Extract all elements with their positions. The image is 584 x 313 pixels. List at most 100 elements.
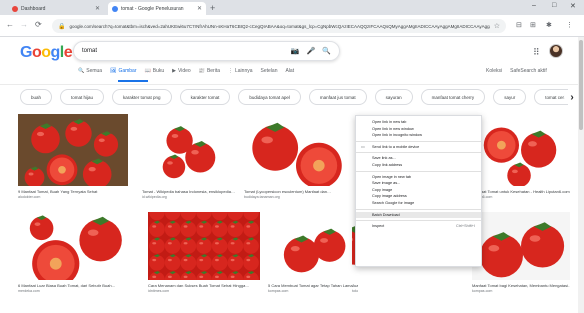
- menu-item-label: Open link in new window: [372, 126, 414, 131]
- related-search-chip[interactable]: sayur: [493, 89, 527, 105]
- tomato-thumbnail[interactable]: [18, 114, 128, 186]
- context-menu: Open link in new tab Open link in new win…: [355, 115, 482, 267]
- google-logo[interactable]: Google: [20, 44, 73, 62]
- context-menu-item[interactable]: Open link in incognito window: [356, 132, 481, 139]
- maximize-button[interactable]: □: [552, 2, 556, 9]
- context-menu-item[interactable]: Inspect Ctrl+Shift+I: [356, 223, 481, 230]
- tab-video[interactable]: ▶ Video: [172, 68, 191, 74]
- image-caption[interactable]: 5 Cara Membuat Tomat agar Tetap Tahan La…: [268, 283, 356, 288]
- close-tab-icon[interactable]: ✕: [197, 5, 202, 12]
- header-right-links: Koleksi SafeSearch aktif: [486, 68, 547, 74]
- menu-item-label: Open link in new tab: [372, 120, 407, 124]
- tomato-thumbnail[interactable]: [18, 212, 136, 280]
- search-icon[interactable]: 🔍: [322, 47, 331, 55]
- menu-item-label: Open image in new tab: [372, 174, 412, 179]
- context-menu-item[interactable]: Open link in new window: [356, 126, 481, 133]
- mic-icon[interactable]: 🎤: [307, 47, 316, 55]
- image-source: kompas.com: [268, 289, 289, 293]
- related-search-chip[interactable]: manfaat jus tomat: [308, 89, 367, 105]
- tab-lainnya[interactable]: ⋮ Lainnya: [228, 68, 253, 74]
- tomato-thumbnail[interactable]: [268, 212, 356, 280]
- logo-letter: o: [41, 44, 51, 61]
- tab-label: Semua: [86, 68, 103, 74]
- image-caption[interactable]: Jual TOMAT MERAH (Pesan Sekarang, Kirim…: [352, 283, 358, 288]
- context-menu-item[interactable]: Open link in new tab: [356, 119, 481, 126]
- camera-icon[interactable]: 📷: [291, 47, 300, 55]
- tab-label: Setelan: [260, 68, 278, 74]
- browser-tab-google-search[interactable]: tomat - Google Penelusuran ✕: [108, 2, 206, 15]
- related-search-chip[interactable]: tomat ceri: [534, 89, 568, 105]
- context-menu-item[interactable]: Copy link address: [356, 162, 481, 169]
- tomato-thumbnail[interactable]: [472, 114, 570, 186]
- divider: [0, 84, 584, 85]
- image-source: kompas.com: [472, 289, 493, 293]
- tomato-thumbnail[interactable]: [472, 212, 570, 280]
- forward-button[interactable]: →: [20, 20, 28, 29]
- logo-letter: G: [20, 44, 32, 61]
- context-menu-item[interactable]: Search Google for image: [356, 200, 481, 207]
- related-search-chip[interactable]: sayuran: [374, 89, 413, 105]
- reload-button[interactable]: ⟳: [35, 20, 42, 29]
- related-search-chip[interactable]: manfaat tomat cherry: [420, 89, 486, 105]
- new-tab-button[interactable]: +: [210, 2, 215, 14]
- minimize-button[interactable]: –: [532, 2, 536, 9]
- tab-setelan[interactable]: Setelan: [261, 68, 278, 74]
- bookmark-star-icon[interactable]: ☆: [494, 22, 500, 30]
- url-text[interactable]: google.com/search?q=tomat&tbm=isch&ved=2…: [69, 24, 489, 29]
- menu-separator: [356, 170, 481, 172]
- image-caption[interactable]: Tomat - Wikipedia bahasa Indonesia, ensi…: [142, 189, 236, 194]
- menu-item-label: Search Google for image: [372, 200, 415, 205]
- tab-alat[interactable]: Alat: [285, 68, 294, 74]
- avatar[interactable]: [549, 44, 563, 58]
- tomato-thumbnail[interactable]: [148, 212, 260, 280]
- image-caption[interactable]: 6 Manfaat Luar Biasa Buah Tomat, dari Se…: [18, 283, 136, 288]
- context-menu-item[interactable]: ▭ Send link to a mobile device: [356, 144, 481, 151]
- tab-buku[interactable]: 📖 Buku: [145, 68, 165, 74]
- related-search-chip[interactable]: karakter tomat: [179, 89, 231, 105]
- context-menu-item[interactable]: Copy image: [356, 187, 481, 194]
- image-caption[interactable]: Tomat (Lycopersicon esculentum) Manfaat …: [244, 189, 348, 194]
- context-menu-item[interactable]: Copy image address: [356, 193, 481, 200]
- google-apps-icon[interactable]: ⠿: [533, 47, 540, 58]
- context-menu-item[interactable]: Open image in new tab: [356, 174, 481, 181]
- tab-video-icon: ▶: [172, 68, 176, 74]
- extension-icon[interactable]: ⊞: [530, 21, 536, 29]
- tab-gambar[interactable]: 🖼 Gambar: [110, 68, 136, 74]
- search-input[interactable]: tomat: [82, 48, 284, 54]
- related-search-chip[interactable]: tomat hijau: [60, 89, 105, 105]
- image-caption[interactable]: Manfaat Tomat untuk Kesehatan - Health L…: [472, 189, 570, 194]
- context-menu-item[interactable]: Save image as...: [356, 180, 481, 187]
- image-caption[interactable]: 9 Manfaat Tomat, Buah Yang Ternyata Seha…: [18, 189, 128, 194]
- image-caption[interactable]: Cara Menanam dan Sukses Buah Tomat Sehat…: [148, 283, 260, 288]
- browser-tab-dashboard[interactable]: Dashboard ✕: [8, 2, 104, 15]
- close-window-button[interactable]: ✕: [570, 2, 576, 10]
- extensions-puzzle-icon[interactable]: ✱: [546, 21, 552, 29]
- scrollbar-thumb[interactable]: [579, 40, 583, 130]
- shortcut-hint: Ctrl+Shift+I: [456, 224, 475, 229]
- context-menu-item[interactable]: Save link as...: [356, 155, 481, 162]
- tab-semua[interactable]: 🔍 Semua: [78, 68, 102, 74]
- related-search-chip[interactable]: budidaya tomat apel: [238, 89, 301, 105]
- tab-berita[interactable]: 📰 Berita: [199, 68, 220, 74]
- browser-menu-icon[interactable]: ⋮: [566, 21, 573, 29]
- image-caption[interactable]: Manfaat Tomat bagi Kesehatan, Membantu M…: [472, 283, 570, 288]
- logo-letter: e: [63, 44, 73, 61]
- back-button[interactable]: ←: [6, 20, 14, 29]
- tomato-thumbnail[interactable]: [142, 114, 236, 186]
- tomato-thumbnail[interactable]: [244, 114, 348, 186]
- browser-toolbar: ← → ⟳ 🔒 google.com/search?q=tomat&tbm=is…: [0, 15, 584, 37]
- tab-label: Alat: [285, 68, 295, 74]
- related-search-chip[interactable]: buah: [20, 89, 53, 105]
- extension-icon[interactable]: ⊟: [516, 21, 522, 29]
- menu-item-label: Copy image: [372, 187, 393, 192]
- menu-separator: [356, 220, 481, 222]
- tab-label: Video: [178, 68, 191, 74]
- search-box[interactable]: tomat 📷 🎤 🔍: [73, 41, 340, 61]
- close-tab-icon[interactable]: ✕: [95, 5, 100, 12]
- context-menu-item[interactable]: Batch Download: [356, 211, 481, 219]
- address-bar[interactable]: 🔒 google.com/search?q=tomat&tbm=isch&ved…: [52, 19, 506, 33]
- collections-link[interactable]: Koleksi: [486, 68, 502, 74]
- image-source: tokopedia.com · Stok tersedia: [352, 289, 358, 293]
- related-search-chip[interactable]: karakter tomat png: [112, 89, 172, 105]
- safesearch-link[interactable]: SafeSearch aktif: [510, 68, 547, 74]
